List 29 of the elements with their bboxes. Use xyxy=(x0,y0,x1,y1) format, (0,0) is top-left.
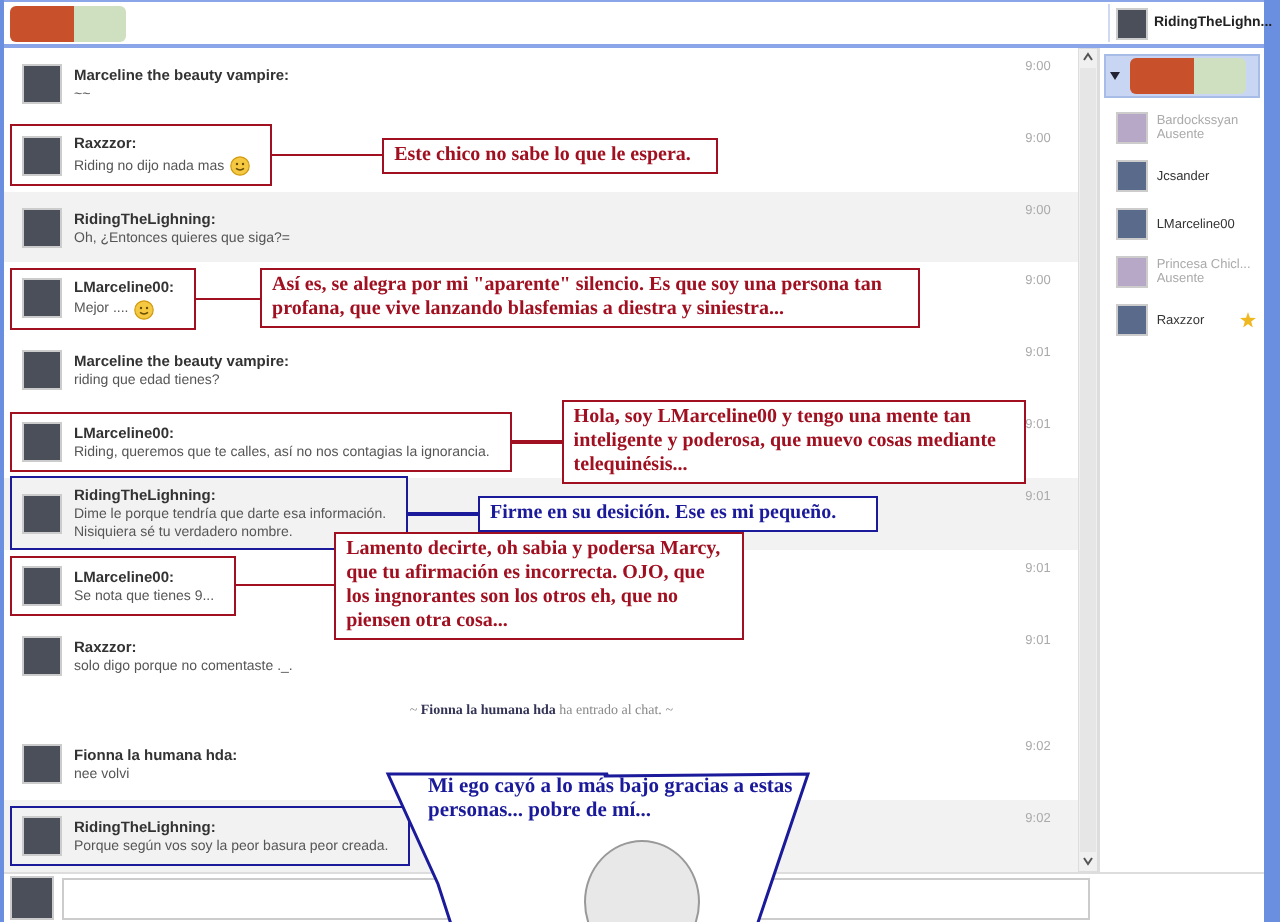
caret-icon xyxy=(1110,72,1121,80)
avatar-image xyxy=(1116,7,1148,39)
avatar-image xyxy=(22,350,62,391)
avatar-image xyxy=(22,63,62,104)
avatar-image xyxy=(1116,304,1149,336)
room-header[interactable] xyxy=(1104,54,1260,98)
avatar-image xyxy=(22,421,62,462)
annotation-note: Firme en su desición. Ese es mi pequeño. xyxy=(478,495,879,532)
avatar-image xyxy=(22,816,62,857)
avatar-image xyxy=(22,278,62,319)
avatar-image xyxy=(22,744,62,785)
logo-image[interactable] xyxy=(10,5,126,41)
logo-image xyxy=(1130,58,1247,94)
annotation-note: Este chico no sabe lo que le espera. xyxy=(382,137,719,174)
avatar-image xyxy=(1116,112,1149,144)
avatar-image xyxy=(22,565,62,606)
annotation-note: Así es, se alegra por mi "aparente" silencio. Es que soy una persona tan profana, que vive lanzando blasfemias a diestra y siniestra... xyxy=(260,268,921,329)
avatar-image xyxy=(1116,208,1149,240)
avatar-image xyxy=(22,135,62,176)
avatar-image xyxy=(1116,256,1149,288)
annotation-note: Mi ego cayó a lo más bajo gracias a estas personas... pobre de mí... xyxy=(428,776,795,825)
scrollbar[interactable] xyxy=(1078,48,1099,872)
avatar-image xyxy=(22,207,62,248)
avatar-image xyxy=(22,636,62,677)
annotation-note: Lamento decirte, oh sabia y podersa Marcy, que tu afirmación es incorrecta. OJO, que los ingnorantes son los otros eh, que no piensen otra cosa... xyxy=(334,531,745,640)
avatar-image xyxy=(22,493,62,534)
avatar-image xyxy=(1116,160,1149,192)
avatar-image xyxy=(10,876,54,920)
annotation-note: Hola, soy LMarceline00 y tengo una mente tan inteligente y poderosa, que muevo cosas mediante telequinésis... xyxy=(561,399,1026,484)
